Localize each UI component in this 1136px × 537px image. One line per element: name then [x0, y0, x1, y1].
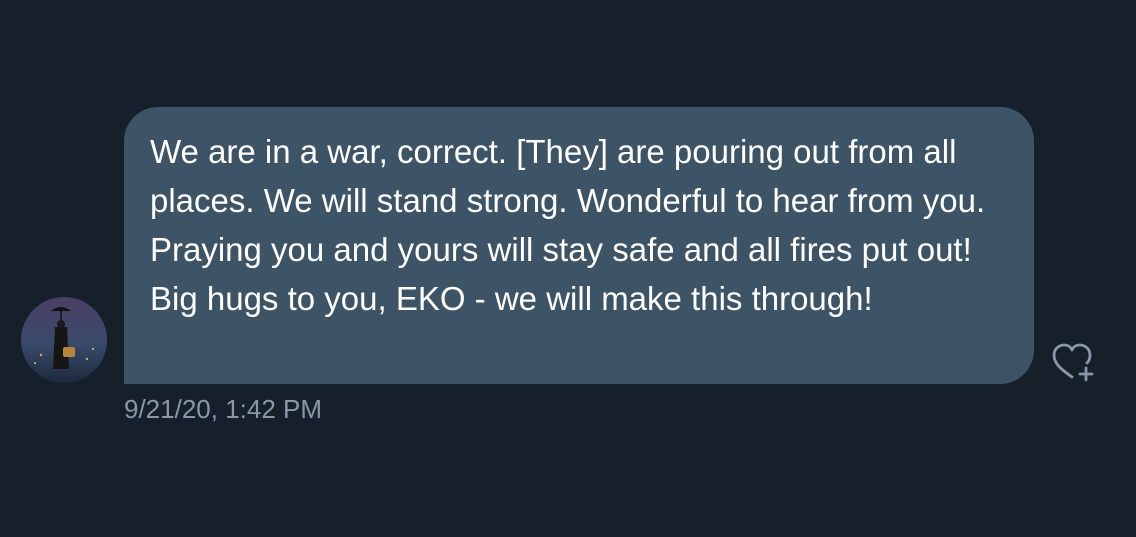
sender-avatar[interactable] [21, 297, 107, 383]
message-timestamp: 9/21/20, 1:42 PM [124, 394, 323, 424]
message-bubble[interactable]: We are in a war, correct. [They] are pou… [124, 107, 1034, 384]
message-text: We are in a war, correct. [They] are pou… [150, 133, 986, 317]
avatar-image [21, 297, 107, 383]
heart-plus-icon[interactable] [1050, 340, 1098, 382]
